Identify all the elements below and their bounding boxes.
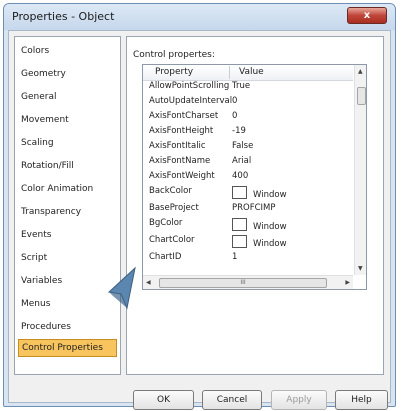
property-name: AxisFontWeight — [149, 171, 215, 181]
sidebar-item-script[interactable]: Script — [21, 253, 47, 263]
property-value[interactable]: 0 — [232, 96, 237, 106]
table-row[interactable]: AxisFontHeight -19 — [143, 126, 353, 139]
property-name: AxisFontItalic — [149, 141, 206, 151]
scroll-right-arrow-icon[interactable]: ▶ — [345, 279, 350, 286]
sidebar-item-movement[interactable]: Movement — [21, 115, 69, 125]
property-value-text: Window — [253, 239, 287, 249]
color-swatch[interactable] — [232, 218, 247, 231]
property-name: AllowPointScrolling — [149, 81, 230, 91]
scroll-grip-icon: III — [240, 279, 246, 286]
sidebar-item-geometry[interactable]: Geometry — [21, 69, 66, 79]
property-value[interactable]: 0 — [232, 111, 237, 121]
sidebar-item-menus[interactable]: Menus — [21, 299, 50, 309]
grid-header: Property Value — [143, 65, 353, 81]
property-value[interactable]: Window — [232, 235, 287, 249]
property-name: ChartColor — [149, 235, 195, 245]
scroll-left-arrow-icon[interactable]: ◀ — [146, 279, 151, 286]
property-name: AxisFontHeight — [149, 126, 214, 136]
dialog-client-area: Colors Geometry General Movement Scaling… — [8, 30, 391, 410]
property-value[interactable]: Window — [232, 186, 287, 200]
horizontal-scrollbar[interactable]: ◀ III ▶ — [143, 275, 353, 289]
property-name: AutoUpdateInterval — [149, 96, 233, 106]
ok-button[interactable]: OK — [133, 390, 194, 410]
property-value[interactable]: -19 — [232, 126, 246, 136]
sidebar-item-events[interactable]: Events — [21, 230, 51, 240]
property-name: AxisFontCharset — [149, 111, 219, 121]
apply-button[interactable]: Apply — [271, 390, 327, 410]
property-name: BackColor — [149, 186, 192, 196]
table-row[interactable]: AutoUpdateInterval 0 — [143, 96, 353, 109]
sidebar-item-scaling[interactable]: Scaling — [21, 138, 54, 148]
vertical-scroll-thumb[interactable] — [357, 87, 366, 105]
property-value[interactable]: False — [232, 141, 253, 151]
help-button[interactable]: Help — [335, 390, 388, 410]
property-value-text: Window — [253, 190, 287, 200]
color-swatch[interactable] — [232, 186, 247, 199]
table-row[interactable]: BackColor Window — [143, 186, 353, 200]
vertical-scrollbar[interactable]: ▲ ▼ — [354, 65, 366, 275]
property-grid: Property Value AllowPointScrolling True … — [142, 64, 367, 290]
sidebar-item-color-animation[interactable]: Color Animation — [21, 184, 93, 194]
property-name: BaseProject — [149, 203, 199, 213]
column-header-property[interactable]: Property — [155, 67, 193, 77]
property-name: BgColor — [149, 218, 183, 228]
property-value[interactable]: True — [232, 81, 250, 91]
table-row[interactable]: AxisFontWeight 400 — [143, 171, 353, 184]
column-header-value[interactable]: Value — [239, 67, 264, 77]
section-label: Control propertes: — [133, 50, 215, 60]
properties-window: Properties - Object x Colors Geometry Ge… — [3, 3, 396, 410]
control-properties-panel: Control propertes: Property Value AllowP… — [126, 36, 384, 375]
sidebar-item-rotation-fill[interactable]: Rotation/Fill — [21, 161, 74, 171]
table-row[interactable]: ChartColor Window — [143, 235, 353, 249]
sidebar-item-transparency[interactable]: Transparency — [21, 207, 81, 217]
sidebar-item-variables[interactable]: Variables — [21, 276, 62, 286]
close-button[interactable]: x — [347, 7, 387, 24]
property-name: AxisFontName — [149, 156, 211, 166]
scroll-up-arrow-icon[interactable]: ▲ — [358, 68, 363, 75]
property-value-text: Window — [253, 222, 287, 232]
color-swatch[interactable] — [232, 235, 247, 248]
property-value[interactable]: 1 — [232, 252, 237, 262]
property-value[interactable]: Arial — [232, 156, 251, 166]
horizontal-scroll-thumb[interactable]: III — [159, 278, 327, 288]
title-bar[interactable]: Properties - Object x — [4, 4, 395, 30]
sidebar-item-general[interactable]: General — [21, 92, 56, 102]
property-name: ChartID — [149, 252, 182, 262]
table-row[interactable]: AxisFontCharset 0 — [143, 111, 353, 124]
sidebar-item-colors[interactable]: Colors — [21, 46, 49, 56]
property-value[interactable]: Window — [232, 218, 287, 232]
table-row[interactable]: ChartID 1 — [143, 252, 353, 265]
table-row[interactable]: AxisFontItalic False — [143, 141, 353, 154]
category-sidebar: Colors Geometry General Movement Scaling… — [14, 36, 121, 375]
property-value[interactable]: 400 — [232, 171, 248, 181]
table-row[interactable]: AllowPointScrolling True — [143, 81, 353, 94]
table-row[interactable]: BgColor Window — [143, 218, 353, 232]
table-row[interactable]: AxisFontName Arial — [143, 156, 353, 169]
scroll-down-arrow-icon[interactable]: ▼ — [358, 265, 363, 272]
table-row[interactable]: BaseProject PROFCIMP — [143, 203, 353, 216]
sidebar-item-control-properties[interactable]: Control Properties — [18, 339, 117, 357]
window-title: Properties - Object — [12, 10, 115, 23]
sidebar-item-procedures[interactable]: Procedures — [21, 322, 71, 332]
property-value[interactable]: PROFCIMP — [232, 203, 276, 213]
close-icon: x — [363, 10, 371, 21]
column-divider[interactable] — [229, 66, 230, 79]
cancel-button[interactable]: Cancel — [202, 390, 262, 410]
